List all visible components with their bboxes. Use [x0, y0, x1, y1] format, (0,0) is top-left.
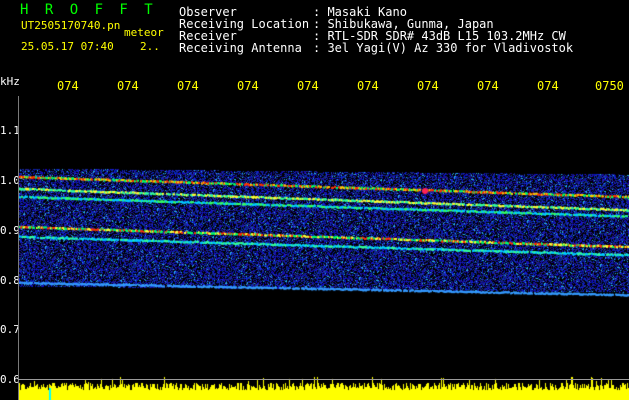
freq-unit-label: kHz: [0, 75, 20, 88]
freq-tick: 1.0: [0, 174, 20, 187]
left-axis-line: [18, 96, 19, 400]
antenna-label: Receiving Antenna: [179, 41, 302, 55]
event-tag: meteor: [124, 26, 164, 39]
time-tick: 074: [417, 79, 439, 93]
app-title: H R O F F T: [20, 2, 157, 18]
time-tick: 074: [57, 79, 79, 93]
count-label: 2..: [140, 40, 160, 53]
time-tick: 074: [477, 79, 499, 93]
time-tick: 074: [177, 79, 199, 93]
freq-tick: 1.1: [0, 124, 20, 137]
freq-tick: 0.7: [0, 323, 20, 336]
datetime-label: 25.05.17 07:40: [21, 40, 114, 53]
freq-tick: 0.8: [0, 274, 20, 287]
time-tick: 074: [537, 79, 559, 93]
signal-baseline: [18, 379, 629, 380]
spectrogram-canvas: [18, 96, 629, 400]
time-tick: 0750: [595, 79, 624, 93]
freq-tick: 0.9: [0, 224, 20, 237]
time-tick: 074: [357, 79, 379, 93]
time-tick: 074: [237, 79, 259, 93]
time-tick: 074: [117, 79, 139, 93]
time-tick: 074: [297, 79, 319, 93]
freq-tick: 0.6: [0, 373, 20, 386]
antenna-value: : 3el Yagi(V) Az 330 for Vladivostok: [313, 41, 574, 55]
filename-label: UT2505170740.pn: [21, 19, 121, 32]
